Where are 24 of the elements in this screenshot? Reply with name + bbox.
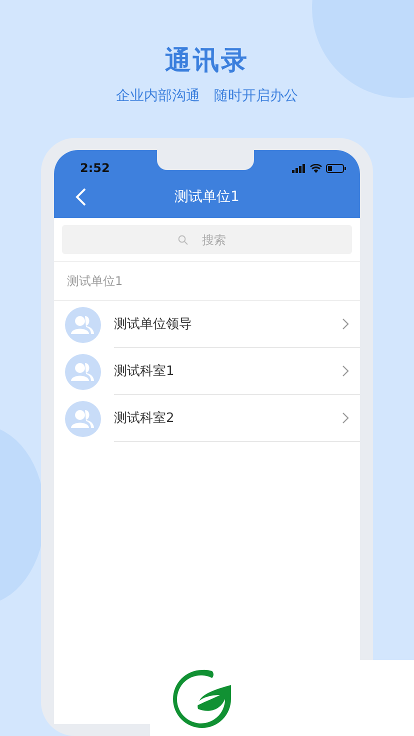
back-icon[interactable]	[75, 188, 87, 206]
contact-name: 测试科室2	[114, 410, 174, 427]
section-title: 测试单位1	[54, 262, 360, 301]
nav-title: 测试单位1	[174, 188, 240, 206]
contact-row[interactable]: 测试科室2	[54, 395, 360, 442]
chevron-right-icon	[342, 318, 349, 330]
group-avatar-icon	[65, 400, 101, 436]
contact-name: 测试单位领导	[114, 316, 192, 333]
page-title: 通讯录	[164, 45, 249, 78]
page-subtitle: 企业内部沟通 随时开启办公	[116, 87, 298, 106]
contact-row[interactable]: 测试科室1	[54, 348, 360, 395]
group-avatar-icon	[65, 354, 101, 390]
search-field[interactable]: 搜索	[62, 225, 352, 254]
status-time: 2:52	[80, 161, 110, 175]
group-avatar-icon	[65, 306, 101, 342]
contact-name: 测试科室1	[114, 363, 174, 380]
contact-row[interactable]: 测试单位领导	[54, 301, 360, 348]
signal-icon	[292, 164, 306, 172]
chevron-right-icon	[342, 412, 349, 424]
chevron-right-icon	[342, 365, 349, 377]
wifi-icon	[310, 164, 322, 172]
battery-icon	[326, 164, 346, 172]
search-icon	[178, 235, 188, 245]
leaf-logo-icon	[172, 669, 232, 729]
